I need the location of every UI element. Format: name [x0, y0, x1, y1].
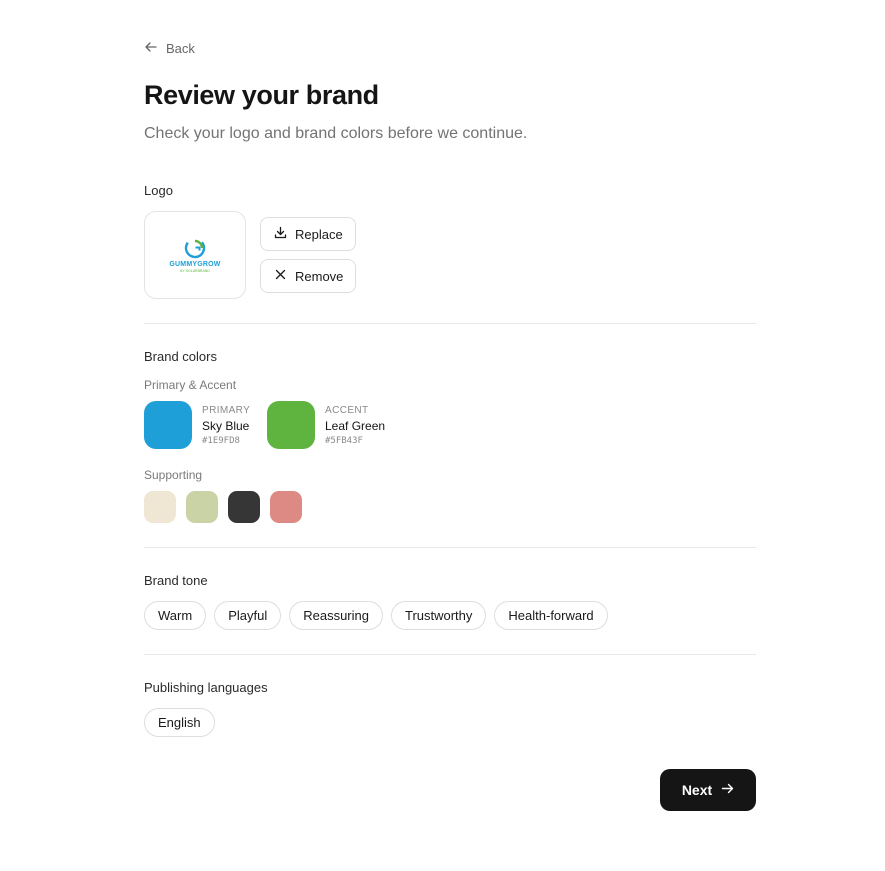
accent-color-info: ACCENT Leaf Green #5FB43F	[325, 405, 385, 446]
divider	[144, 547, 756, 548]
accent-name: Leaf Green	[325, 419, 386, 433]
replace-label: Replace	[295, 226, 343, 242]
tone-chip[interactable]: Trustworthy	[390, 601, 487, 630]
back-label: Back	[166, 41, 195, 56]
arrow-right-icon	[721, 782, 734, 798]
back-link[interactable]: Back	[144, 40, 195, 57]
primary-color-info: PRIMARY Sky Blue #1E9FD8	[202, 405, 250, 446]
primary-accent-label: Primary & Accent	[144, 378, 237, 392]
accent-hex: #5FB43F	[325, 436, 363, 446]
language-chips: English	[144, 708, 215, 737]
primary-role: PRIMARY	[202, 405, 251, 416]
brand-tone-chips: Warm Playful Reassuring Trustworthy Heal…	[144, 601, 608, 630]
remove-label: Remove	[295, 268, 344, 284]
language-chip[interactable]: English	[144, 708, 215, 737]
arrow-left-icon	[144, 40, 158, 57]
divider	[144, 323, 756, 324]
supporting-swatch[interactable]	[228, 491, 260, 523]
next-label: Next	[681, 782, 713, 798]
brand-logo-tagline: BY SOLARBRAND	[180, 269, 210, 273]
page-title: Review your brand	[144, 80, 379, 110]
languages-section-label: Publishing languages	[144, 680, 268, 695]
accent-color-swatch[interactable]	[267, 401, 315, 449]
brand-logo-mark	[184, 237, 206, 259]
page-subtitle: Check your logo and brand colors before …	[144, 125, 528, 142]
supporting-swatch[interactable]	[270, 491, 302, 523]
download-icon	[274, 226, 287, 242]
supporting-swatch[interactable]	[144, 491, 176, 523]
logo-section-label: Logo	[144, 183, 173, 198]
replace-logo-button[interactable]: Replace	[260, 217, 356, 251]
logo-preview: GUMMYGROW BY SOLARBRAND	[144, 211, 246, 299]
close-icon	[274, 268, 287, 284]
divider	[144, 654, 756, 655]
brand-colors-section-label: Brand colors	[144, 349, 217, 364]
tone-chip[interactable]: Health-forward	[494, 601, 608, 630]
next-button[interactable]: Next	[660, 769, 756, 811]
supporting-swatch[interactable]	[186, 491, 218, 523]
primary-name: Sky Blue	[202, 419, 250, 433]
remove-logo-button[interactable]: Remove	[260, 259, 356, 293]
tone-chip[interactable]: Warm	[144, 601, 207, 630]
tone-chip[interactable]: Reassuring	[289, 601, 383, 630]
primary-hex: #1E9FD8	[202, 436, 240, 446]
accent-role: ACCENT	[325, 405, 369, 416]
brand-tone-section-label: Brand tone	[144, 573, 208, 588]
tone-chip[interactable]: Playful	[214, 601, 282, 630]
primary-color-swatch[interactable]	[144, 401, 192, 449]
brand-logo-wordmark: GUMMYGROW	[169, 261, 221, 268]
supporting-colors-label: Supporting	[144, 468, 203, 482]
